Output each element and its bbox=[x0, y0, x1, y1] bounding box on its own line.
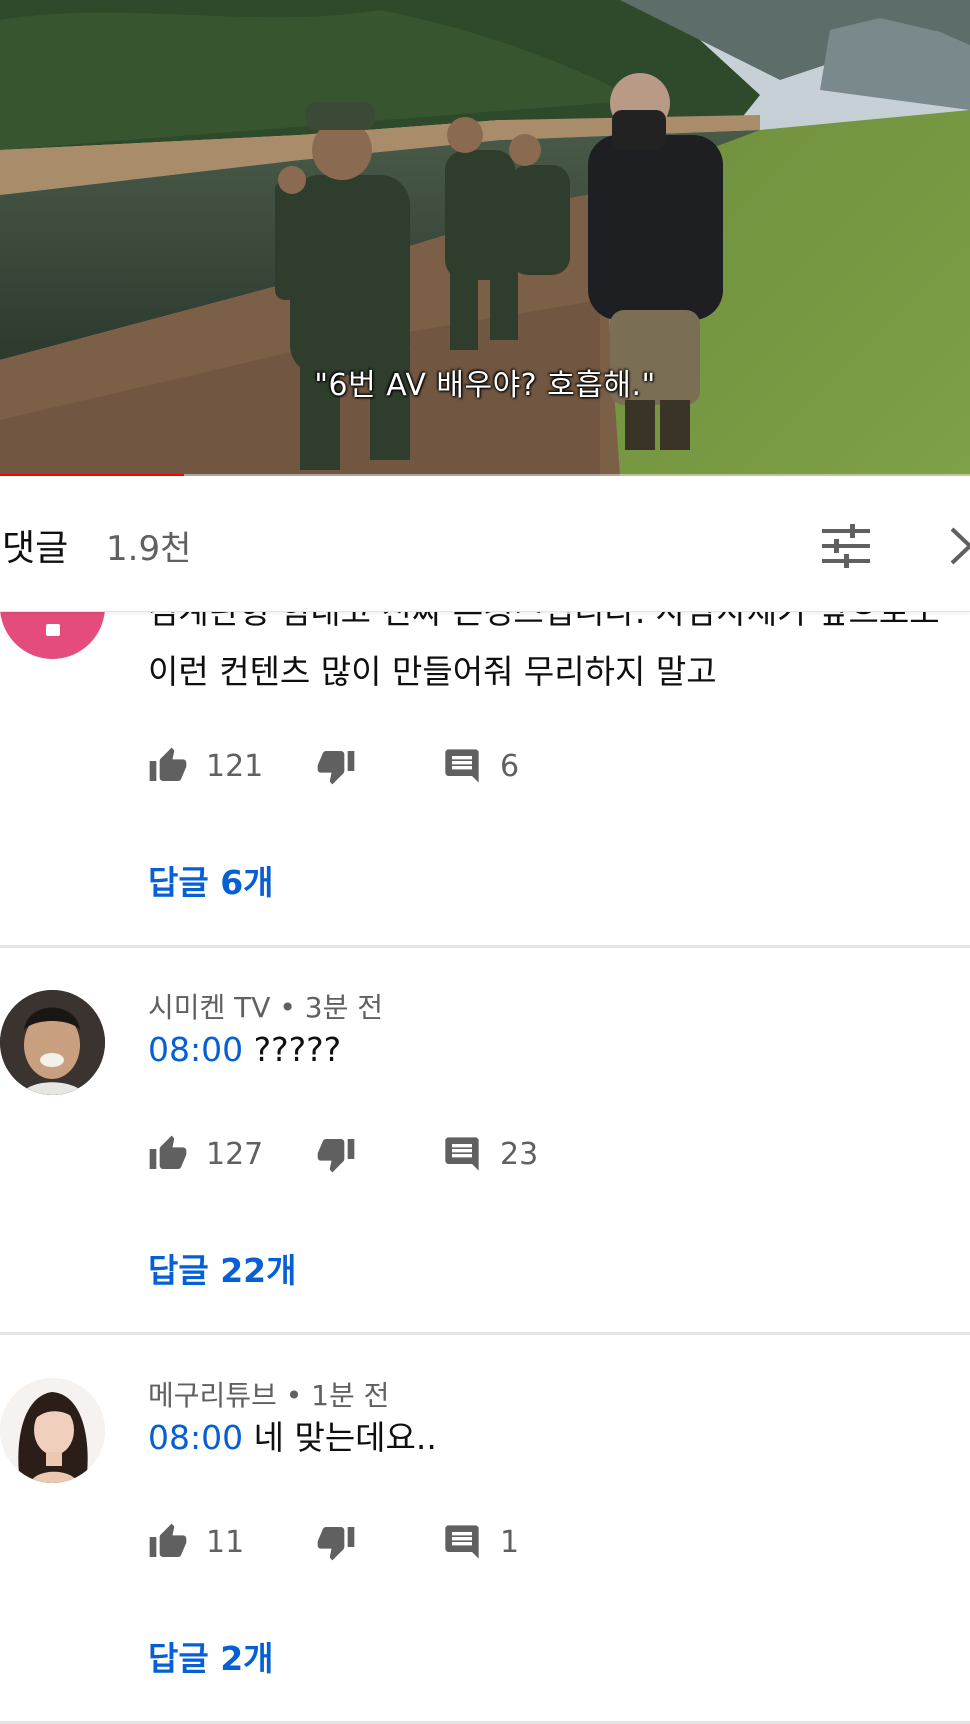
comments-header: 댓글 1.9천 bbox=[0, 479, 970, 612]
video-frame bbox=[0, 0, 970, 476]
like-button[interactable]: 121 bbox=[148, 742, 263, 790]
comment-actions: 127 23 bbox=[148, 1130, 648, 1178]
video-progress-bar[interactable] bbox=[0, 474, 970, 476]
comment-item: 메구리튜브 • 1분 전 08:00 네 맞는데요.. 11 1 답글 2개 bbox=[0, 1336, 970, 1724]
reply-count: 23 bbox=[500, 1136, 539, 1172]
view-replies-link[interactable]: 답글 2개 bbox=[148, 1632, 274, 1680]
avatar-image bbox=[0, 990, 105, 1095]
dislike-button[interactable] bbox=[316, 742, 356, 790]
comment-list: 김계란형 힘내고 진짜 존경스럽니다. 사담사제가 앞으로도 이런 컨텐츠 많이… bbox=[0, 612, 970, 1724]
comment-text-partial: 김계란형 힘내고 진짜 존경스럽니다. 사담사제가 앞으로도 bbox=[148, 612, 940, 636]
comment-divider bbox=[0, 1332, 970, 1335]
like-icon bbox=[149, 747, 187, 781]
comment-item: 김계란형 힘내고 진짜 존경스럽니다. 사담사제가 앞으로도 이런 컨텐츠 많이… bbox=[0, 612, 970, 947]
comment-text: 08:00 ????? bbox=[148, 1026, 341, 1074]
meta-separator: • bbox=[279, 991, 305, 1024]
comment-actions: 121 6 bbox=[148, 742, 648, 790]
dislike-button[interactable] bbox=[316, 1130, 356, 1178]
reply-count: 1 bbox=[500, 1524, 520, 1560]
sort-filter-icon[interactable] bbox=[820, 523, 872, 569]
close-icon[interactable] bbox=[950, 523, 970, 569]
like-button[interactable]: 11 bbox=[148, 1518, 244, 1566]
comment-time: 1분 전 bbox=[311, 1379, 390, 1412]
video-subtitle: "6번 AV 배우야? 호흡해." bbox=[314, 368, 656, 403]
dislike-icon bbox=[317, 1139, 355, 1173]
reply-icon bbox=[445, 749, 479, 783]
comment-body: 네 맞는데요.. bbox=[253, 1418, 437, 1457]
like-count: 11 bbox=[206, 1524, 245, 1560]
video-progress-fill bbox=[0, 474, 185, 476]
comments-count: 1.9천 bbox=[106, 529, 192, 569]
comment-author[interactable]: 메구리튜브 bbox=[148, 1379, 277, 1412]
reply-button[interactable]: 6 bbox=[442, 742, 519, 790]
view-replies-link[interactable]: 답글 6개 bbox=[148, 856, 274, 904]
comment-actions: 11 1 bbox=[148, 1518, 648, 1566]
comment-body: ????? bbox=[253, 1030, 342, 1069]
like-count: 127 bbox=[206, 1136, 264, 1172]
comments-title: 댓글 bbox=[2, 528, 69, 569]
comment-time: 3분 전 bbox=[304, 991, 384, 1024]
comment-meta: 메구리튜브 • 1분 전 bbox=[148, 1374, 389, 1414]
comment-text: 이런 컨텐츠 많이 만들어줘 무리하지 말고 bbox=[148, 652, 717, 691]
comment-meta: 시미켄 TV • 3분 전 bbox=[148, 986, 383, 1026]
reply-count: 6 bbox=[500, 748, 520, 784]
video-player[interactable]: "6번 AV 배우야? 호흡해." bbox=[0, 0, 970, 476]
meta-separator: • bbox=[285, 1379, 312, 1412]
view-replies-link[interactable]: 답글 22개 bbox=[148, 1244, 297, 1292]
avatar[interactable] bbox=[0, 612, 105, 659]
comment-item: 시미켄 TV • 3분 전 08:00 ????? 127 23 답글 22개 bbox=[0, 948, 970, 1334]
comment-author[interactable]: 시미켄 TV bbox=[148, 991, 270, 1024]
reply-button[interactable]: 23 bbox=[442, 1130, 538, 1178]
reply-button[interactable]: 1 bbox=[442, 1518, 519, 1566]
reply-icon bbox=[445, 1137, 479, 1171]
avatar[interactable] bbox=[0, 990, 105, 1095]
dislike-icon bbox=[317, 1527, 355, 1561]
avatar-image bbox=[0, 1378, 105, 1483]
timestamp-link[interactable]: 08:00 bbox=[148, 1418, 243, 1457]
like-icon bbox=[149, 1135, 187, 1169]
avatar[interactable] bbox=[0, 1378, 105, 1483]
like-count: 121 bbox=[206, 748, 264, 784]
dislike-button[interactable] bbox=[316, 1518, 356, 1566]
dislike-icon bbox=[317, 751, 355, 785]
like-icon bbox=[149, 1523, 187, 1557]
reply-icon bbox=[445, 1525, 479, 1559]
comment-text: 08:00 네 맞는데요.. bbox=[148, 1414, 437, 1462]
timestamp-link[interactable]: 08:00 bbox=[148, 1030, 243, 1069]
like-button[interactable]: 127 bbox=[148, 1130, 263, 1178]
